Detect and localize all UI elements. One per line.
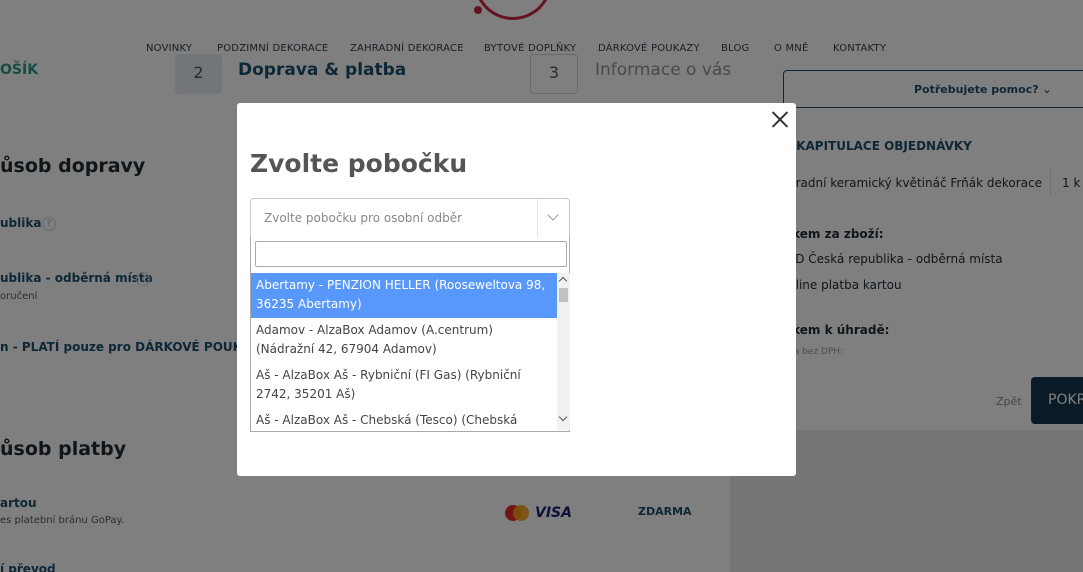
chevron-down-icon: [547, 209, 559, 221]
branch-option[interactable]: Abertamy - PENZION HELLER (Rooseweltova …: [251, 273, 557, 318]
branch-select-modal: Zvolte pobočku Zvolte pobočku pro osobní…: [237, 103, 796, 476]
divider: [537, 199, 538, 237]
results-scrollbar[interactable]: [557, 273, 570, 430]
branch-select-box[interactable]: Zvolte pobočku pro osobní odběr: [250, 198, 570, 238]
scrollbar-thumb[interactable]: [559, 288, 568, 302]
scroll-up-icon[interactable]: [558, 276, 568, 286]
select-placeholder: Zvolte pobočku pro osobní odběr: [264, 211, 463, 225]
branch-option[interactable]: Aš - AlzaBox Aš - Rybniční (FI Gas) (Ryb…: [251, 363, 557, 408]
branch-results-list: Abertamy - PENZION HELLER (Rooseweltova …: [251, 273, 557, 430]
branch-option[interactable]: Aš - AlzaBox Aš - Chebská (Tesco) (Chebs…: [251, 408, 557, 430]
modal-title: Zvolte pobočku: [250, 149, 468, 178]
branch-search-input[interactable]: [255, 241, 567, 267]
branch-select: Zvolte pobočku pro osobní odběr Abertamy…: [250, 198, 570, 432]
branch-dropdown: Abertamy - PENZION HELLER (Rooseweltova …: [250, 237, 570, 432]
scroll-down-icon[interactable]: [558, 412, 568, 422]
branch-option[interactable]: Adamov - AlzaBox Adamov (A.centrum) (Nád…: [251, 318, 557, 363]
close-icon[interactable]: [769, 108, 791, 130]
